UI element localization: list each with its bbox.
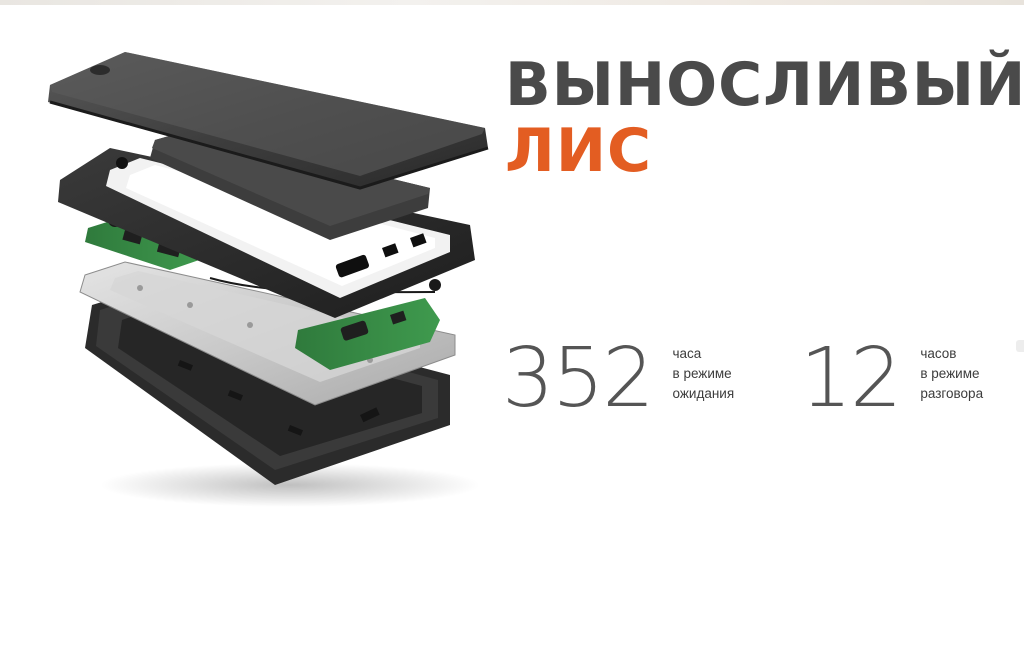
stat-standby-caption: часа в режиме ожидания: [673, 344, 735, 404]
scroll-handle[interactable]: [1016, 340, 1024, 352]
headline-line-1: ВЫНОСЛИВЫЙ: [505, 50, 1024, 120]
caption-line: ожидания: [672, 386, 735, 401]
stat-talk-caption: часов в режиме разговора: [920, 344, 983, 404]
caption-line: часов: [920, 346, 957, 361]
headline: ВЫНОСЛИВЫЙ ЛИС: [505, 50, 1024, 186]
stat-talk: 12 часов в режиме разговора: [800, 338, 983, 420]
caption-line: в режиме: [672, 366, 732, 381]
exploded-smartphone-illustration: [48, 52, 489, 507]
stat-standby: 352 часа в режиме ожидания: [502, 338, 734, 420]
headline-line-2: ЛИС: [505, 116, 653, 186]
caption-line: разговора: [920, 386, 984, 401]
stat-talk-value: 12: [800, 331, 902, 426]
caption-line: в режиме: [920, 366, 980, 381]
caption-line: часа: [672, 346, 702, 361]
top-strip: [0, 0, 1024, 5]
stat-standby-value: 352: [502, 331, 655, 426]
page: ВЫНОСЛИВЫЙ ЛИС 352 часа в режиме ожидани…: [0, 0, 1024, 661]
